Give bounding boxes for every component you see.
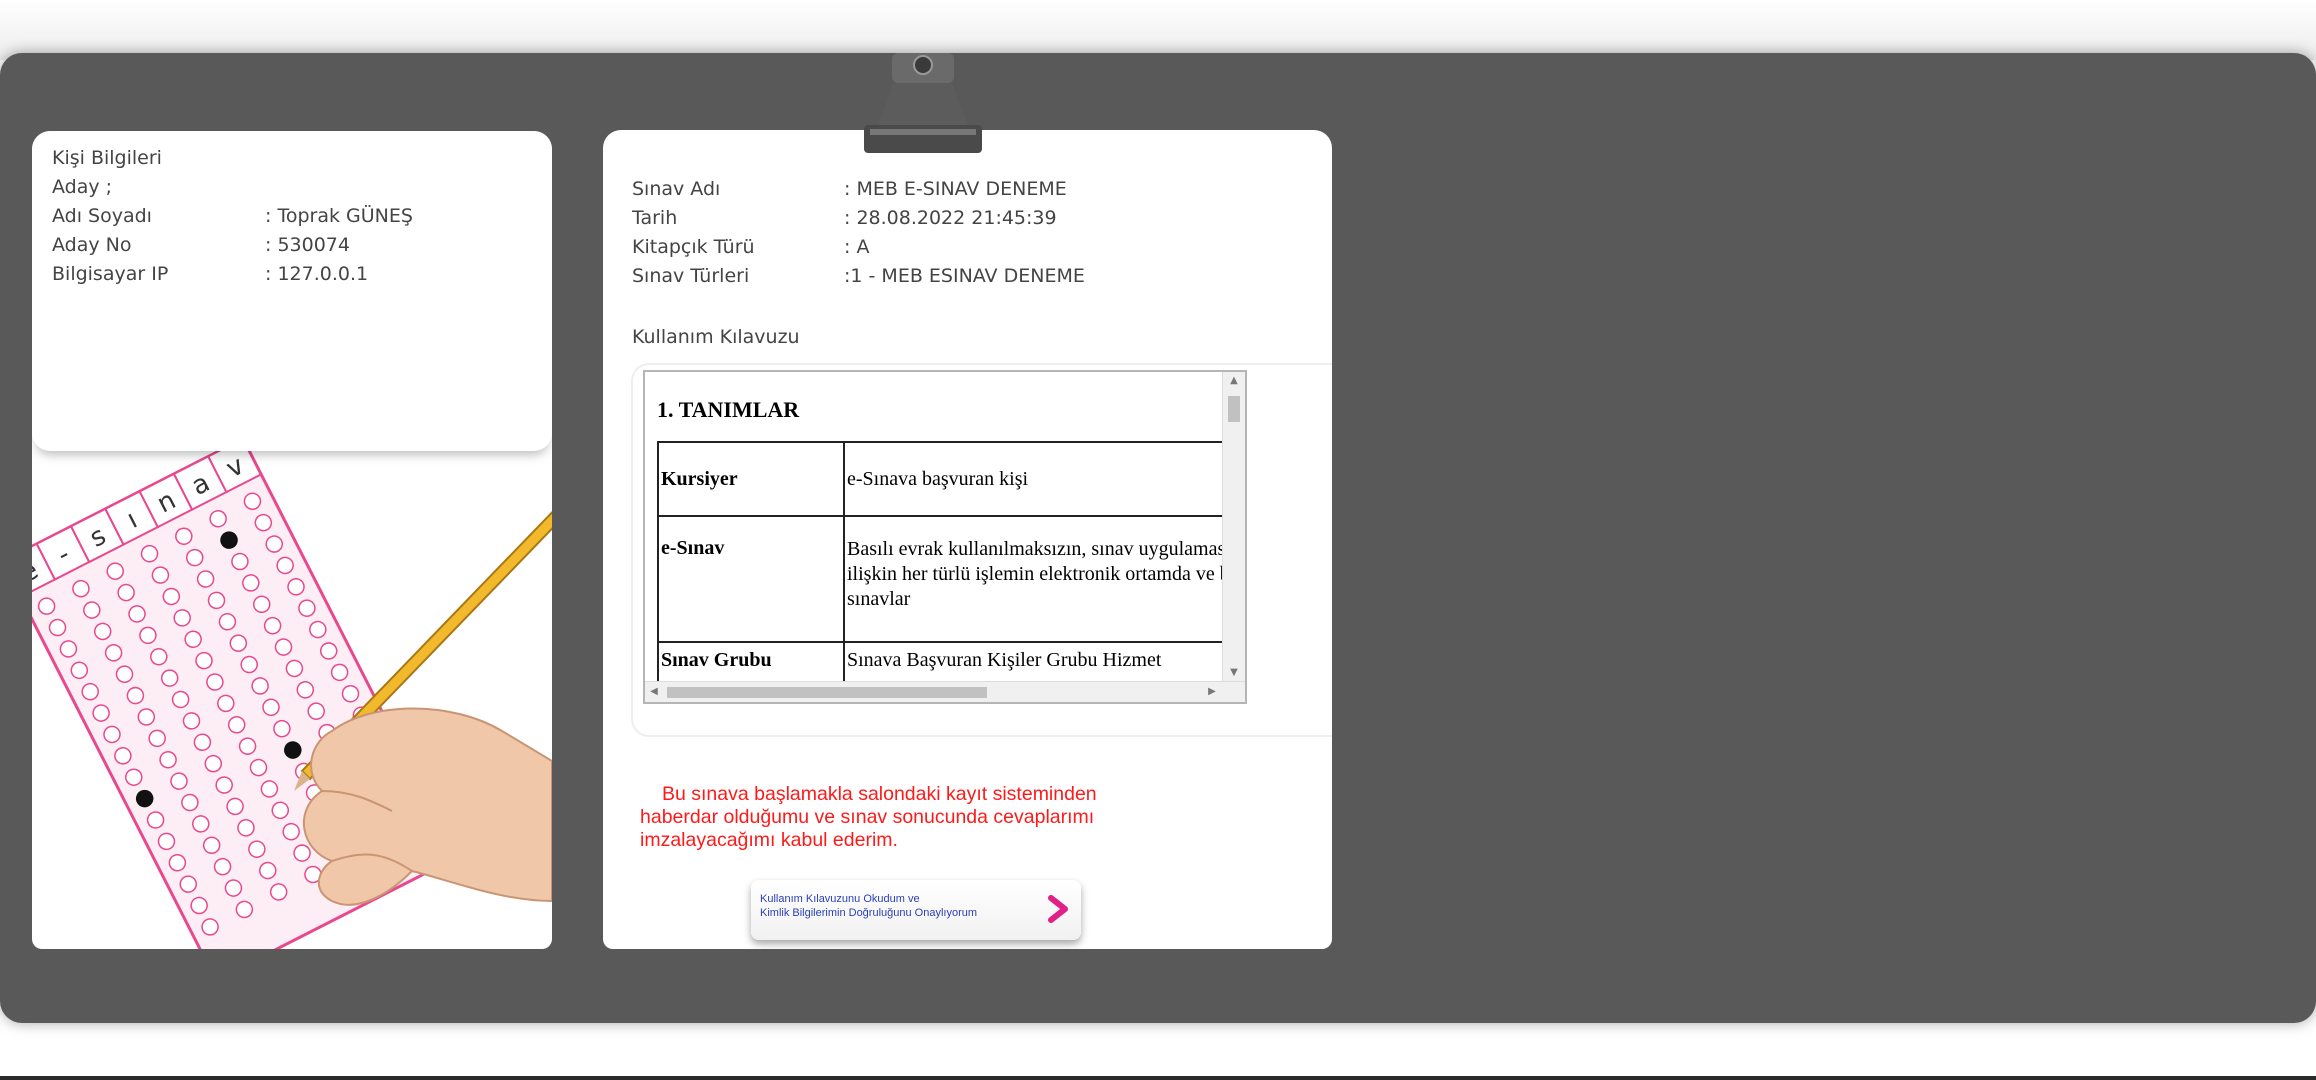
booklet-type-label: Kitapçık Türü: [632, 236, 755, 258]
exam-name-label: Sınav Adı: [632, 178, 721, 200]
definitions-table: Kursiyer e-Sınava başvuran kişi e-Sınav …: [657, 441, 1245, 702]
computer-ip-row: Bilgisayar IP : 127.0.0.1: [52, 263, 368, 293]
candidate-card: Kişi Bilgileri Aday ; Adı Soyadı : Topra…: [32, 131, 552, 949]
exam-date-label: Tarih: [632, 207, 678, 229]
bottom-edge: [0, 1076, 2316, 1080]
booklet-type-row: Kitapçık Türü : A: [632, 236, 869, 266]
vertical-scrollbar[interactable]: ▲ ▼: [1222, 372, 1245, 682]
definition-cell: Basılı evrak kullanılmaksızın, sınav uyg…: [843, 515, 1245, 643]
table-row: Kursiyer e-Sınava başvuran kişi: [657, 441, 1245, 517]
exam-types-value: :1 - MEB ESINAV DENEME: [844, 265, 1085, 287]
exam-date-row: Tarih : 28.08.2022 21:45:39: [632, 207, 1057, 237]
definition-cell: e-Sınava başvuran kişi: [843, 441, 1245, 517]
scroll-down-icon[interactable]: ▼: [1223, 664, 1245, 682]
aday-label: Aday ;: [52, 176, 113, 198]
confirm-button-line2: Kimlik Bilgilerimin Doğruluğunu Onaylıyo…: [760, 907, 978, 919]
scroll-up-icon[interactable]: ▲: [1223, 372, 1245, 390]
computer-ip-value: : 127.0.0.1: [265, 263, 369, 285]
term-cell: e-Sınav: [657, 515, 845, 643]
candidate-no-row: Aday No : 530074: [52, 234, 350, 264]
exam-types-row: Sınav Türleri :1 - MEB ESINAV DENEME: [632, 265, 1085, 295]
chevron-right-icon: [1048, 895, 1068, 923]
term-cell: Kursiyer: [657, 441, 845, 517]
name-label: Adı Soyadı: [52, 205, 152, 227]
horizontal-scroll-thumb[interactable]: [667, 687, 987, 698]
confirm-guide-button[interactable]: Kullanım Kılavuzunu Okudum ve Kimlik Bil…: [751, 880, 1081, 940]
horizontal-scrollbar[interactable]: ◀ ▶: [645, 681, 1245, 702]
person-section-title: Kişi Bilgileri: [52, 147, 162, 169]
scroll-left-icon[interactable]: ◀: [645, 682, 663, 702]
table-row: e-Sınav Basılı evrak kullanılmaksızın, s…: [657, 515, 1245, 643]
consent-statement: Bu sınava başlamakla salondaki kayıt sis…: [640, 783, 1097, 851]
candidate-info-box: Kişi Bilgileri Aday ; Adı Soyadı : Topra…: [32, 131, 552, 451]
user-guide-document[interactable]: 1. TANIMLAR Kursiyer e-Sınava başvuran k…: [643, 370, 1247, 704]
document-content: 1. TANIMLAR Kursiyer e-Sınava başvuran k…: [657, 382, 1245, 702]
name-value: : Toprak GÜNEŞ: [265, 205, 413, 227]
candidate-no-label: Aday No: [52, 234, 132, 256]
document-heading: 1. TANIMLAR: [657, 397, 800, 422]
exam-date-value: : 28.08.2022 21:45:39: [844, 207, 1057, 229]
exam-types-label: Sınav Türleri: [632, 265, 750, 287]
computer-ip-label: Bilgisayar IP: [52, 263, 169, 285]
hand-icon: [303, 707, 552, 906]
exam-name-row: Sınav Adı : MEB E-SINAV DENEME: [632, 178, 1067, 208]
exam-name-value: : MEB E-SINAV DENEME: [844, 178, 1067, 200]
user-guide-title: Kullanım Kılavuzu: [632, 326, 800, 348]
vertical-scroll-thumb[interactable]: [1228, 396, 1240, 422]
clipboard-clip-icon: [864, 53, 982, 153]
top-background: [0, 0, 2316, 60]
confirm-button-line1: Kullanım Kılavuzunu Okudum ve: [760, 893, 920, 905]
scroll-right-icon[interactable]: ▶: [1203, 682, 1221, 702]
name-row: Adı Soyadı : Toprak GÜNEŞ: [52, 205, 413, 235]
exam-card: Sınav Adı : MEB E-SINAV DENEME Tarih : 2…: [603, 130, 1332, 949]
booklet-type-value: : A: [844, 236, 870, 258]
candidate-no-value: : 530074: [265, 234, 350, 256]
exam-sheet-illustration: e-sınav: [32, 436, 552, 949]
